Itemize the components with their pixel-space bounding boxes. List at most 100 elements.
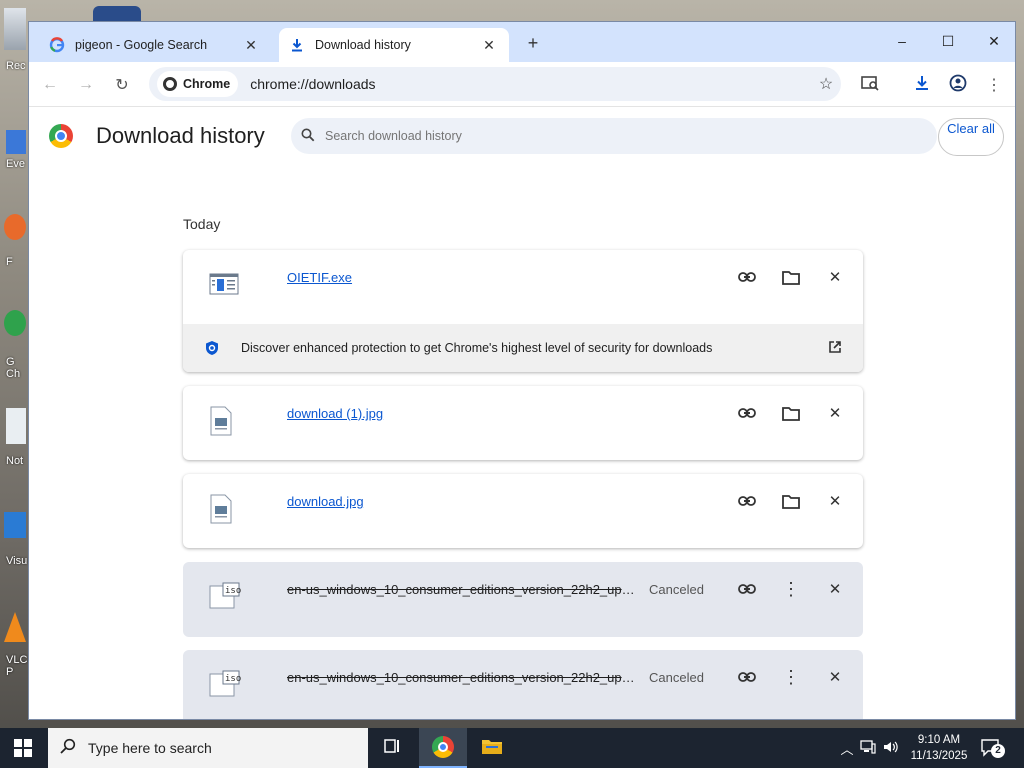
- svg-text:iso: iso: [225, 586, 241, 596]
- taskbar-search[interactable]: Type here to search: [48, 728, 368, 768]
- promo-text: Discover enhanced protection to get Chro…: [241, 341, 713, 355]
- browser-toolbar: ← → ↻ Chrome chrome://downloads ☆ ⋮: [29, 62, 1015, 107]
- profile-button[interactable]: [943, 70, 973, 100]
- omnibox[interactable]: Chrome chrome://downloads ☆: [149, 67, 841, 101]
- clock-time: 9:10 AM: [917, 734, 961, 746]
- search-input[interactable]: [325, 129, 885, 143]
- task-view-button[interactable]: [368, 728, 416, 768]
- tab-search-icon: [861, 75, 879, 96]
- chrome-desktop-icon[interactable]: [4, 310, 26, 336]
- shield-icon: [183, 340, 241, 356]
- show-in-folder-icon[interactable]: [778, 264, 804, 290]
- recycle-bin-icon[interactable]: [4, 8, 26, 50]
- open-external-icon[interactable]: [807, 340, 863, 357]
- download-item: iso en-us_windows_10_consumer_editions_v…: [183, 650, 863, 719]
- url-text[interactable]: chrome://downloads: [250, 76, 811, 92]
- desktop-label: G Ch: [6, 356, 21, 380]
- browser-window: pigeon - Google Search ✕ Download histor…: [28, 21, 1016, 720]
- back-button[interactable]: ←: [35, 70, 65, 100]
- copy-link-icon[interactable]: [734, 400, 760, 426]
- page-title: Download history: [96, 123, 265, 148]
- reload-button[interactable]: ↻: [107, 70, 137, 100]
- clear-all-button[interactable]: Clear all: [938, 118, 1004, 156]
- system-tray: ︿: [838, 728, 902, 768]
- chrome-icon: [432, 736, 454, 758]
- download-item: OIETIF.exe ✕ Discover enhanced protectio…: [183, 250, 863, 372]
- copy-link-icon[interactable]: [734, 576, 760, 602]
- tab-strip: pigeon - Google Search ✕ Download histor…: [29, 22, 1015, 62]
- remove-item-icon[interactable]: ✕: [822, 576, 848, 602]
- tab-google-search[interactable]: pigeon - Google Search ✕: [39, 28, 271, 62]
- vlc-icon[interactable]: [4, 612, 26, 642]
- iso-file-icon: iso: [209, 670, 241, 700]
- bookmark-star-icon[interactable]: ☆: [811, 74, 841, 94]
- show-in-folder-icon[interactable]: [778, 400, 804, 426]
- arrow-left-icon: ←: [42, 76, 58, 93]
- tab-search-button[interactable]: [855, 70, 885, 100]
- chrome-logo-icon: [49, 124, 73, 148]
- notepad-icon[interactable]: [6, 408, 26, 444]
- file-name-link[interactable]: download (1).jpg: [287, 406, 383, 421]
- remove-item-icon[interactable]: ✕: [822, 400, 848, 426]
- more-options-icon[interactable]: ⋮: [778, 576, 804, 602]
- file-name-link[interactable]: OIETIF.exe: [287, 270, 352, 285]
- close-tab-icon[interactable]: ✕: [479, 37, 499, 54]
- desktop-app-icon[interactable]: [6, 130, 26, 154]
- remove-item-icon[interactable]: ✕: [822, 664, 848, 690]
- download-icon: [913, 74, 931, 97]
- new-tab-button[interactable]: +: [521, 32, 545, 56]
- download-item: iso en-us_windows_10_consumer_editions_v…: [183, 562, 863, 637]
- tab-title: Download history: [315, 38, 411, 52]
- desktop-app-icon[interactable]: [93, 6, 141, 22]
- iso-file-icon: iso: [209, 582, 241, 612]
- maximize-button[interactable]: ☐: [925, 30, 971, 54]
- file-name-link[interactable]: download.jpg: [287, 494, 364, 509]
- close-window-button[interactable]: ✕: [971, 30, 1015, 54]
- network-icon[interactable]: [856, 739, 880, 757]
- image-file-icon: [209, 406, 237, 436]
- show-in-folder-icon[interactable]: [778, 488, 804, 514]
- downloads-button[interactable]: [907, 70, 937, 100]
- remove-item-icon[interactable]: ✕: [822, 264, 848, 290]
- copy-link-icon[interactable]: [734, 264, 760, 290]
- notification-badge: 2: [991, 744, 1005, 758]
- enhanced-protection-promo[interactable]: Discover enhanced protection to get Chro…: [183, 324, 863, 372]
- chrome-icon: [163, 77, 177, 91]
- desktop-label: Visu: [6, 555, 28, 567]
- taskbar: Type here to search ︿ 9:10 AM 11/13/2025…: [0, 728, 1024, 768]
- svg-text:iso: iso: [225, 674, 241, 684]
- visual-studio-icon[interactable]: [4, 512, 26, 538]
- image-file-icon: [209, 494, 237, 524]
- folder-icon: [481, 737, 503, 760]
- reload-icon: ↻: [115, 77, 129, 94]
- forward-button[interactable]: →: [71, 70, 101, 100]
- menu-button[interactable]: ⋮: [979, 70, 1009, 100]
- copy-link-icon[interactable]: [734, 488, 760, 514]
- file-name-text: en-us_windows_10_consumer_editions_versi…: [287, 670, 637, 685]
- desktop-label: F: [6, 256, 13, 268]
- download-icon: [289, 37, 305, 53]
- more-options-icon[interactable]: ⋮: [778, 664, 804, 690]
- close-tab-icon[interactable]: ✕: [241, 37, 261, 54]
- tab-title: pigeon - Google Search: [75, 38, 208, 52]
- minimize-button[interactable]: –: [879, 30, 925, 54]
- status-label: Canceled: [649, 582, 704, 597]
- taskbar-chrome[interactable]: [419, 728, 467, 768]
- desktop-label: VLC P: [6, 654, 28, 678]
- firefox-icon[interactable]: [4, 214, 26, 240]
- chevron-up-icon[interactable]: ︿: [838, 739, 856, 758]
- tab-download-history[interactable]: Download history ✕: [279, 28, 509, 62]
- copy-link-icon[interactable]: [734, 664, 760, 690]
- site-info-chip[interactable]: Chrome: [157, 71, 239, 97]
- windows-start-icon[interactable]: [14, 739, 32, 757]
- chip-label: Chrome: [183, 77, 231, 91]
- remove-item-icon[interactable]: ✕: [822, 488, 848, 514]
- volume-icon[interactable]: [880, 740, 902, 757]
- downloads-page: Download history Clear all Today OIETIF.…: [29, 108, 1015, 719]
- taskbar-clock[interactable]: 9:10 AM 11/13/2025: [906, 732, 972, 764]
- notification-center-button[interactable]: 2: [980, 738, 1005, 758]
- desktop-label: Rec: [6, 60, 26, 72]
- taskbar-file-explorer[interactable]: [468, 728, 516, 768]
- search-bar[interactable]: [291, 118, 937, 154]
- download-item: download (1).jpg ✕: [183, 386, 863, 460]
